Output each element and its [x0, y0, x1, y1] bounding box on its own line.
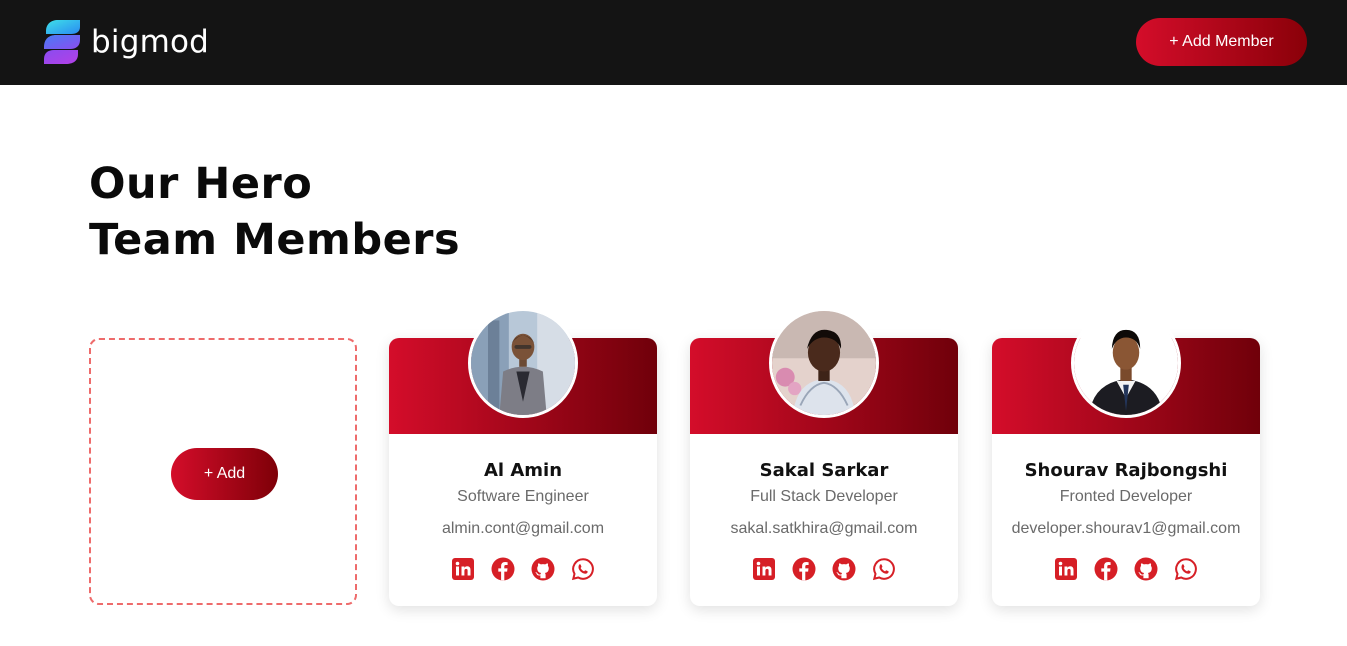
member-card: Al Amin Software Engineer almin.cont@gma… [389, 308, 657, 606]
social-links [389, 557, 657, 581]
brand-logo-icon [44, 20, 80, 64]
facebook-icon[interactable] [792, 557, 816, 581]
linkedin-icon[interactable] [451, 557, 475, 581]
page-title: Our Hero Team Members [89, 156, 460, 268]
linkedin-icon[interactable] [752, 557, 776, 581]
add-member-card: + Add [89, 338, 357, 605]
member-email: almin.cont@gmail.com [441, 520, 605, 537]
whatsapp-icon[interactable] [872, 557, 896, 581]
member-role: Software Engineer [457, 488, 589, 505]
member-role: Fronted Developer [1059, 488, 1193, 505]
brand[interactable]: bigmod [42, 18, 209, 66]
whatsapp-icon[interactable] [1174, 557, 1198, 581]
avatar [468, 308, 578, 418]
facebook-icon[interactable] [491, 557, 515, 581]
github-icon[interactable] [1134, 557, 1158, 581]
title-line-2: Team Members [89, 215, 461, 265]
member-name: Sakal Sarkar [759, 460, 889, 481]
add-button[interactable]: + Add [171, 448, 278, 500]
social-links [992, 557, 1260, 581]
member-email: developer.shourav1@gmail.com [1011, 520, 1241, 537]
member-email: sakal.satkhira@gmail.com [730, 520, 918, 537]
member-role: Full Stack Developer [750, 488, 898, 505]
brand-name: bigmod [91, 23, 210, 60]
avatar [769, 308, 879, 418]
title-line-1: Our Hero [89, 159, 313, 209]
member-name: Shourav Rajbongshi [1024, 460, 1228, 481]
linkedin-icon[interactable] [1054, 557, 1078, 581]
avatar [1071, 308, 1181, 418]
member-card: Shourav Rajbongshi Fronted Developer dev… [992, 308, 1260, 606]
add-member-button[interactable]: + Add Member [1136, 18, 1307, 66]
whatsapp-icon[interactable] [571, 557, 595, 581]
social-links [690, 557, 958, 581]
github-icon[interactable] [832, 557, 856, 581]
top-bar: bigmod + Add Member [0, 0, 1347, 85]
member-card: Sakal Sarkar Full Stack Developer sakal.… [690, 308, 958, 606]
facebook-icon[interactable] [1094, 557, 1118, 581]
member-name: Al Amin [483, 460, 563, 481]
github-icon[interactable] [531, 557, 555, 581]
